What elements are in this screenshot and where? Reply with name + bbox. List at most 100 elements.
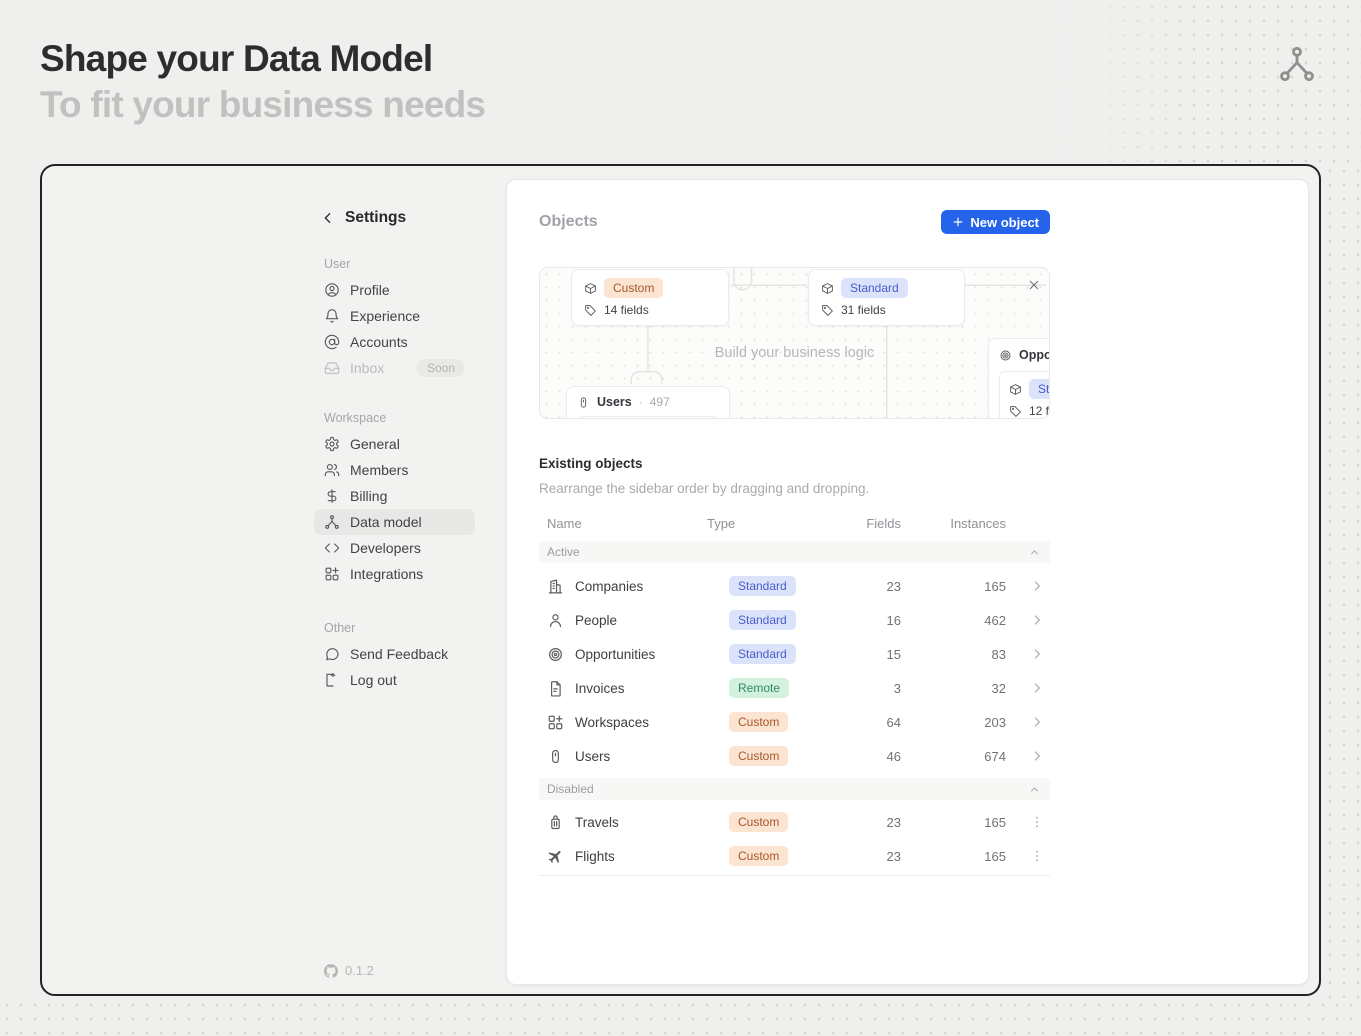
- sidebar-item-label: Billing: [350, 488, 387, 504]
- fields-count: 14 fields: [604, 303, 649, 317]
- settings-title: Settings: [345, 209, 406, 227]
- sidebar-item-profile[interactable]: Profile: [314, 277, 475, 303]
- tag-icon: [584, 304, 597, 317]
- instances-value: 165: [901, 579, 1006, 594]
- sidebar-item-integrations[interactable]: Integrations: [314, 561, 475, 587]
- app-version: 0.1.2: [324, 963, 374, 978]
- sidebar-item-accounts[interactable]: Accounts: [314, 329, 475, 355]
- table-row-workspaces[interactable]: Workspaces Custom 64 203: [539, 705, 1050, 739]
- banner-card-standard[interactable]: Standard 31 fields: [808, 269, 965, 326]
- instances-value: 165: [901, 815, 1006, 830]
- kebab-menu-icon[interactable]: [1029, 814, 1045, 830]
- data-model-icon: [324, 514, 340, 530]
- sidebar-item-label: Send Feedback: [350, 646, 448, 662]
- objects-table: Name Type Fields Instances Active Compan…: [539, 510, 1050, 876]
- type-badge: Standard: [729, 576, 796, 596]
- target-icon: [547, 646, 564, 663]
- settings-back[interactable]: Settings: [314, 209, 475, 227]
- table-row-companies[interactable]: Companies Standard 23 165: [539, 569, 1050, 603]
- cube-icon: [821, 282, 834, 295]
- column-name: Name: [539, 516, 707, 531]
- new-object-button[interactable]: New object: [941, 210, 1050, 234]
- sidebar-item-experience[interactable]: Experience: [314, 303, 475, 329]
- chevron-up-icon[interactable]: [1028, 783, 1041, 796]
- objects-panel: Objects New object: [506, 179, 1309, 985]
- user-circle-icon: [324, 282, 340, 298]
- table-row-flights[interactable]: Flights Custom 23 165: [539, 839, 1050, 873]
- chevron-right-icon[interactable]: [1029, 714, 1045, 730]
- chevron-right-icon[interactable]: [1029, 748, 1045, 764]
- column-instances: Instances: [901, 516, 1006, 531]
- soon-badge: Soon: [417, 359, 465, 377]
- person-icon: [547, 612, 564, 629]
- cube-icon: [1009, 383, 1022, 396]
- type-badge: Custom: [729, 812, 788, 832]
- section-label-user: User: [324, 257, 475, 271]
- type-badge: Custom: [729, 846, 788, 866]
- page-title: Shape your Data Model: [40, 38, 432, 80]
- close-icon[interactable]: [1026, 277, 1042, 293]
- table-header: Name Type Fields Instances: [539, 510, 1050, 536]
- chevron-right-icon[interactable]: [1029, 646, 1045, 662]
- gear-icon: [324, 436, 340, 452]
- objects-title: Objects: [539, 213, 598, 231]
- ghost-field-row: [577, 416, 719, 419]
- chevron-right-icon[interactable]: [1029, 578, 1045, 594]
- chevron-right-icon[interactable]: [1029, 680, 1045, 696]
- type-badge: Standard: [729, 644, 796, 664]
- bell-icon: [324, 308, 340, 324]
- separator: ·: [639, 395, 643, 409]
- banner-card-custom[interactable]: Custom 14 fields: [571, 269, 729, 326]
- type-badge: Remote: [729, 678, 789, 698]
- object-name: People: [575, 613, 617, 628]
- data-model-banner: Custom 14 fields Standard 31 fields: [539, 267, 1050, 419]
- group-label: Disabled: [547, 782, 594, 796]
- fields-value: 23: [865, 815, 901, 830]
- table-row-travels[interactable]: Travels Custom 23 165: [539, 805, 1050, 839]
- users-icon: [324, 462, 340, 478]
- type-badge: Custom: [729, 712, 788, 732]
- sidebar-item-billing[interactable]: Billing: [314, 483, 475, 509]
- sidebar-item-label: Developers: [350, 540, 421, 556]
- settings-sidebar: Settings User Profile Experience Account…: [314, 209, 475, 693]
- banner-card-users[interactable]: Users · 497: [566, 386, 730, 419]
- grid-plus-icon: [324, 566, 340, 582]
- sidebar-item-label: Log out: [350, 672, 397, 688]
- group-bar-disabled[interactable]: Disabled: [539, 778, 1050, 800]
- instances-value: 83: [901, 647, 1006, 662]
- sidebar-item-send-feedback[interactable]: Send Feedback: [314, 641, 475, 667]
- at-sign-icon: [324, 334, 340, 350]
- sidebar-item-label: Accounts: [350, 334, 408, 350]
- group-label: Active: [547, 545, 580, 559]
- luggage-icon: [547, 814, 564, 831]
- sidebar-item-members[interactable]: Members: [314, 457, 475, 483]
- table-row-invoices[interactable]: Invoices Remote 3 32: [539, 671, 1050, 705]
- sidebar-item-general[interactable]: General: [314, 431, 475, 457]
- chevron-right-icon[interactable]: [1029, 612, 1045, 628]
- sidebar-item-data-model[interactable]: Data model: [314, 509, 475, 535]
- sidebar-item-developers[interactable]: Developers: [314, 535, 475, 561]
- cube-icon: [584, 282, 597, 295]
- tag-icon: [1009, 405, 1022, 418]
- plane-icon: [547, 848, 564, 865]
- fields-value: 23: [865, 579, 901, 594]
- sidebar-item-log-out[interactable]: Log out: [314, 667, 475, 693]
- sidebar-item-label: Members: [350, 462, 408, 478]
- fields-count: 12 fields: [1029, 404, 1050, 418]
- code-icon: [324, 540, 340, 556]
- table-row-users[interactable]: Users Custom 46 674: [539, 739, 1050, 773]
- object-name: Flights: [575, 849, 615, 864]
- log-out-icon: [324, 672, 340, 688]
- chevron-up-icon[interactable]: [1028, 546, 1041, 559]
- object-name: Companies: [575, 579, 643, 594]
- kebab-menu-icon[interactable]: [1029, 848, 1045, 864]
- group-bar-active[interactable]: Active: [539, 541, 1050, 563]
- instances-value: 32: [901, 681, 1006, 696]
- table-row-opportunities[interactable]: Opportunities Standard 15 83: [539, 637, 1050, 671]
- table-row-people[interactable]: People Standard 16 462: [539, 603, 1050, 637]
- type-badge: Custom: [729, 746, 788, 766]
- object-name: Opportunities: [575, 647, 655, 662]
- fields-value: 46: [865, 749, 901, 764]
- section-label-workspace: Workspace: [324, 411, 475, 425]
- type-badge: Standard: [729, 610, 796, 630]
